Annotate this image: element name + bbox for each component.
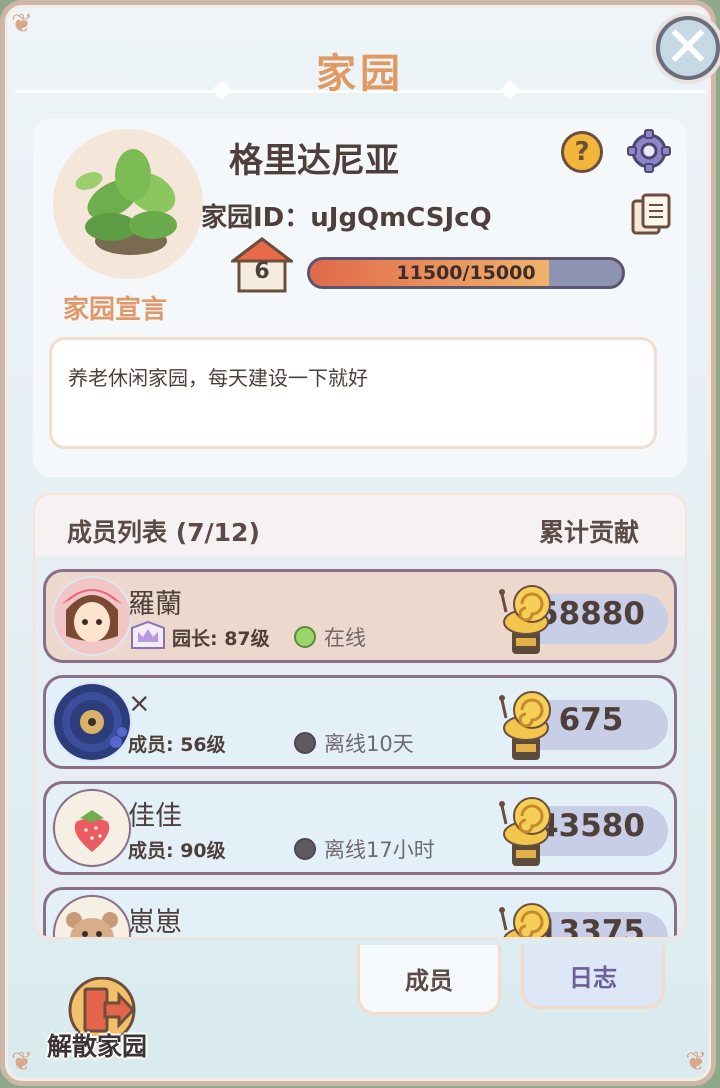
strawberry-avatar-icon [52,788,132,868]
member-rank: 园长: 87级 [172,628,270,650]
manifesto-text: 养老休闲家园，每天建设一下就好 [49,337,657,449]
tab-log[interactable]: 日志 [521,945,665,1009]
member-status: 离线17小时 [324,838,435,862]
copy-icon[interactable] [631,193,671,237]
snail-trophy-icon [499,903,551,937]
member-list-header: 成员列表 (7/12) 累计贡献 [35,495,685,557]
member-row[interactable]: 崽崽 13375 [43,887,677,938]
offline-status-dot [294,838,316,860]
leader-crown-icon [131,620,165,649]
home-info-card: 家园宣言 格里达尼亚 家园ID：uJgQmCSJcQ ? 6 11500/150… [33,119,687,477]
help-icon[interactable]: ? [561,131,603,173]
offline-status-dot [294,732,316,754]
title-bar: 家园 [15,13,705,97]
member-name: × [128,688,151,719]
dissolve-home-button[interactable]: 解散家园 [47,1027,147,1063]
manifesto-label: 家园宣言 [63,295,168,325]
home-name: 格里达尼亚 [229,141,399,181]
close-icon: ✕ [660,20,716,76]
home-level: 6 [254,259,270,284]
bear-avatar-icon [52,894,132,937]
member-name: 崽崽 [128,907,182,938]
member-name: 佳佳 [128,801,182,832]
snail-trophy-icon [499,585,551,654]
member-rank: 成员: 90级 [128,840,226,862]
plant-icon [75,149,177,255]
dialog-title: 家园 [316,51,404,97]
member-row[interactable]: 羅蘭 园长: 87级 在线 58880 [43,569,677,663]
home-avatar [53,129,203,279]
close-button[interactable]: ✕ [652,12,720,84]
member-row[interactable]: × 成员: 56级 离线10天 675 [43,675,677,769]
member-row[interactable]: 佳佳 成员: 90级 离线17小时 43580 [43,781,677,875]
exp-progress-bar: 11500/15000 [307,257,625,289]
contribution-title: 累计贡献 [538,518,639,547]
online-status-dot [294,626,316,648]
corner-ornament-icon: ❦ [11,1047,33,1077]
corner-ornament-icon: ❦ [685,1047,707,1077]
member-list-title: 成员列表 (7/12) [67,518,260,547]
snail-trophy-icon [499,797,551,866]
member-list-panel[interactable]: 成员列表 (7/12) 累计贡献 羅蘭 园长: 87级 在线 58880 × 成… [33,493,687,939]
record-avatar-icon [52,682,132,762]
girl-avatar-icon [52,576,132,656]
member-name: 羅蘭 [128,589,182,620]
tab-members[interactable]: 成员 [357,945,501,1015]
gear-icon[interactable] [627,129,671,173]
member-status: 在线 [324,626,366,650]
member-status: 离线10天 [324,732,414,756]
dialog-frame: ❦ ❦ ❦ 家园 家园宣言 格里达尼亚 家园ID：uJgQmCSJcQ ? 6 … [0,0,716,1086]
exp-progress-text: 11500/15000 [396,262,536,284]
snail-trophy-icon [499,691,551,760]
member-rank: 成员: 56级 [128,734,226,756]
home-id: 家园ID：uJgQmCSJcQ [201,203,492,233]
